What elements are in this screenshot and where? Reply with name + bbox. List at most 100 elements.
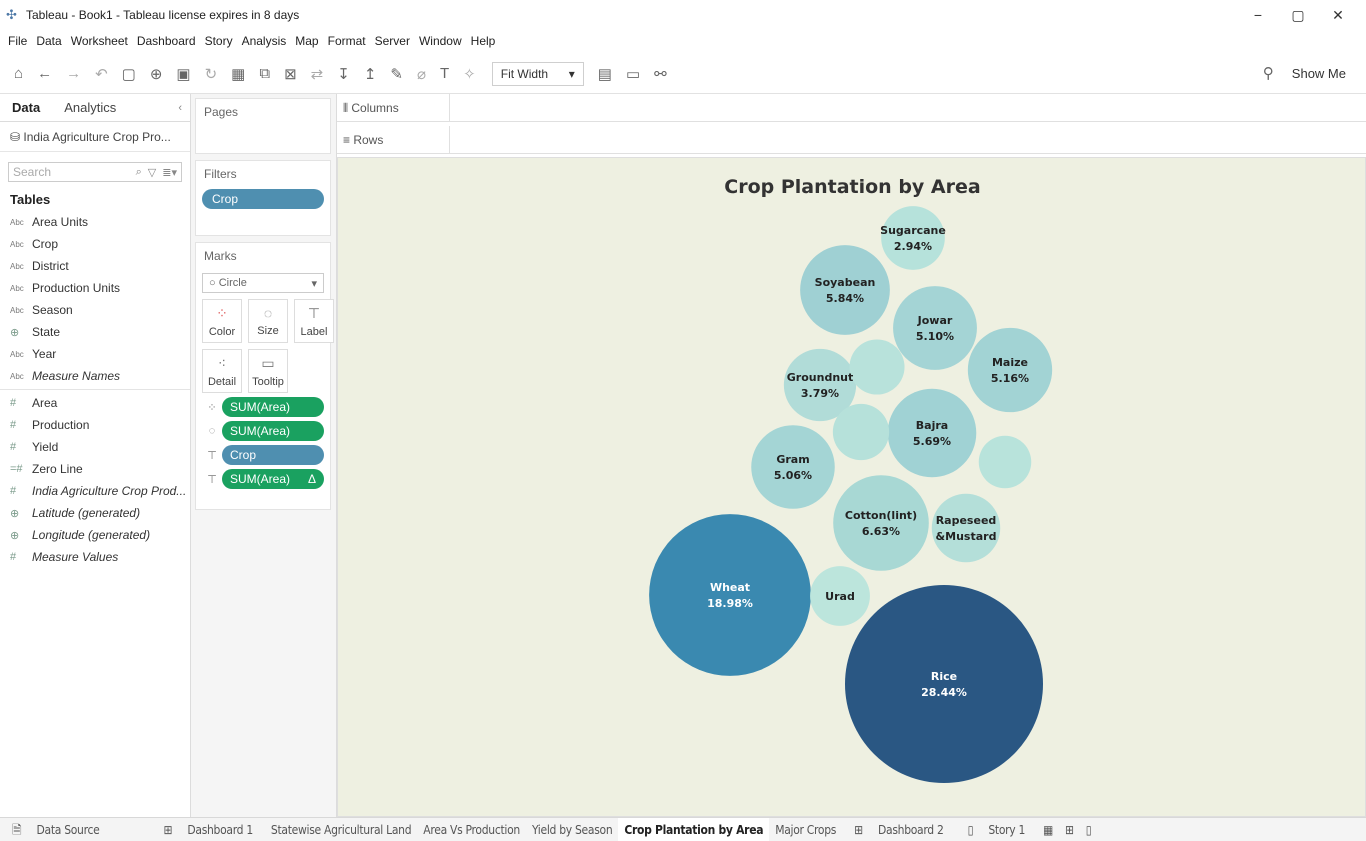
size-button[interactable]: ◌ Size (248, 299, 288, 343)
sheet-tab[interactable]: Area Vs Production (417, 818, 526, 841)
refresh-icon[interactable]: ↻ (205, 65, 218, 83)
field-item[interactable]: Abc Year (0, 343, 190, 365)
bubble-chart[interactable]: Rice 28.44% Wheat 18.98% Cotton(lint) 6.63% Su… (338, 158, 1366, 818)
presentation-icon[interactable]: ▭ (626, 65, 640, 83)
field-search-input[interactable]: Search ⌕ ▽ ≣▾ (8, 162, 182, 182)
close-button[interactable]: ✕ (1318, 7, 1358, 24)
bubble-soyabean[interactable] (800, 245, 890, 335)
bubble-gram[interactable] (751, 425, 835, 509)
sheet-tab[interactable]: Major Crops (769, 818, 842, 841)
data-source-tab[interactable]: 🗎 Data Source (0, 818, 111, 841)
swap-icon[interactable]: ⇄ (311, 65, 324, 83)
menu-window[interactable]: Window (419, 34, 462, 48)
fit-dropdown[interactable]: Fit Width ▾ (491, 61, 584, 86)
bubble-jowar[interactable] (893, 286, 977, 370)
viz-canvas[interactable]: Crop Plantation by Area Rice 28.44% Wheat 1… (337, 157, 1366, 817)
field-item[interactable]: # Area (0, 392, 190, 414)
view-options-icon[interactable]: ≣▾ (162, 166, 177, 179)
field-item[interactable]: ⊕ Latitude (generated) (0, 502, 190, 524)
new-story-tab-icon[interactable]: ▯ (1080, 818, 1098, 841)
label-pill[interactable]: SUM(Area) Δ (222, 469, 324, 489)
clear-sheet-icon[interactable]: ⊠ (284, 65, 297, 83)
field-item[interactable]: # Yield (0, 436, 190, 458)
bubble-maize[interactable] (967, 327, 1053, 413)
minimize-button[interactable]: − (1238, 7, 1278, 23)
field-item[interactable]: =# Zero Line (0, 458, 190, 480)
new-worksheet-icon[interactable]: ▦ (231, 65, 245, 83)
sheet-tab-active[interactable]: Crop Plantation by Area (618, 817, 770, 841)
search-icon[interactable]: ⌕ (136, 166, 142, 179)
detail-button[interactable]: ⁖ Detail (202, 349, 242, 393)
menu-analysis[interactable]: Analysis (242, 34, 287, 48)
menu-data[interactable]: Data (36, 34, 61, 48)
field-item[interactable]: ⊕ State (0, 321, 190, 343)
restore-button[interactable]: ▢ (1278, 7, 1318, 24)
mark-pill-row[interactable]: ⊤ SUM(Area) Δ (202, 469, 324, 489)
mark-pill-row[interactable]: ⊤ Crop (202, 445, 324, 465)
menu-file[interactable]: File (8, 34, 27, 48)
sort-descending-icon[interactable]: ↥ (364, 65, 377, 83)
menu-story[interactable]: Story (205, 34, 233, 48)
group-icon[interactable]: ⌀ (417, 65, 426, 83)
field-item[interactable]: # Production (0, 414, 190, 436)
tab-data[interactable]: Data (0, 94, 52, 122)
menu-dashboard[interactable]: Dashboard (137, 34, 196, 48)
field-item[interactable]: Abc Production Units (0, 277, 190, 299)
menu-worksheet[interactable]: Worksheet (71, 34, 128, 48)
tab-analytics[interactable]: Analytics (52, 94, 128, 122)
sheet-tab[interactable]: ⊞ Dashboard 1 (151, 818, 264, 841)
forward-icon[interactable]: → (66, 65, 81, 82)
sheet-tab[interactable]: Statewise Agricultural Land (265, 818, 417, 841)
new-dashboard-tab-icon[interactable]: ⊞ (1059, 818, 1080, 841)
label-pill[interactable]: Crop (222, 445, 324, 465)
sheet-tab[interactable]: Yield by Season (526, 818, 618, 841)
color-button[interactable]: ⁘ Color (202, 299, 242, 343)
field-item[interactable]: # India Agriculture Crop Prod... (0, 480, 190, 502)
new-worksheet-tab-icon[interactable]: ▦ (1037, 818, 1059, 841)
share-icon[interactable]: ⚯ (654, 65, 667, 83)
field-item[interactable]: Abc Area Units (0, 211, 190, 233)
save-icon[interactable]: ▢ (122, 65, 136, 83)
show-me-button[interactable]: Show Me (1292, 66, 1346, 81)
mark-type-dropdown[interactable]: ○ Circle ▾ (202, 273, 324, 293)
menu-help[interactable]: Help (471, 34, 496, 48)
home-icon[interactable]: ⌂ (14, 65, 23, 82)
data-source-item[interactable]: ⛁ India Agriculture Crop Pro... (0, 122, 190, 152)
tooltip-button[interactable]: ▭ Tooltip (248, 349, 288, 393)
highlight-icon[interactable]: ✎ (390, 65, 403, 83)
show-labels-icon[interactable]: T (440, 65, 449, 82)
field-item[interactable]: Abc Crop (0, 233, 190, 255)
pages-card[interactable]: Pages (195, 98, 331, 154)
bubble-cotton-lint-[interactable] (833, 475, 929, 571)
menu-map[interactable]: Map (295, 34, 318, 48)
bubble-rice[interactable] (845, 585, 1043, 783)
filters-card[interactable]: Filters Crop (195, 160, 331, 236)
filter-icon[interactable]: ▽ (148, 166, 156, 179)
bubble-rapeseed-mustard[interactable] (931, 493, 1001, 563)
show-cards-icon[interactable]: ▤ (598, 65, 612, 83)
mark-pill-row[interactable]: ◌ SUM(Area) (202, 421, 324, 441)
sheet-tab[interactable]: ▯ Story 1 (956, 818, 1038, 841)
new-data-source-icon[interactable]: ⊕ (150, 65, 163, 83)
columns-shelf[interactable]: ⫴ Columns (337, 93, 1366, 122)
bubble-unlabeled[interactable] (978, 435, 1032, 489)
color-pill[interactable]: SUM(Area) (222, 397, 324, 417)
sheet-tab[interactable]: ⊞ Dashboard 2 (842, 818, 955, 841)
filter-pill-crop[interactable]: Crop (202, 189, 324, 209)
field-item[interactable]: # Measure Values (0, 546, 190, 568)
duplicate-sheet-icon[interactable]: ⧉ (259, 65, 270, 82)
rows-shelf[interactable]: ≡ Rows (337, 125, 1366, 154)
pin-icon[interactable]: ✧ (463, 65, 476, 83)
pause-updates-icon[interactable]: ▣ (176, 65, 190, 83)
size-pill[interactable]: SUM(Area) (222, 421, 324, 441)
sort-ascending-icon[interactable]: ↧ (337, 65, 350, 83)
tooltip-pin-icon[interactable]: ⚲ (1263, 64, 1274, 82)
field-item[interactable]: Abc Measure Names (0, 365, 190, 387)
back-icon[interactable]: ← (37, 65, 52, 82)
mark-pill-row[interactable]: ⁘ SUM(Area) (202, 397, 324, 417)
bubble-wheat[interactable] (649, 514, 811, 676)
bubble-sugarcane[interactable] (881, 206, 945, 270)
field-item[interactable]: Abc Season (0, 299, 190, 321)
menu-format[interactable]: Format (328, 34, 366, 48)
undo-icon[interactable]: ↶ (95, 65, 108, 83)
